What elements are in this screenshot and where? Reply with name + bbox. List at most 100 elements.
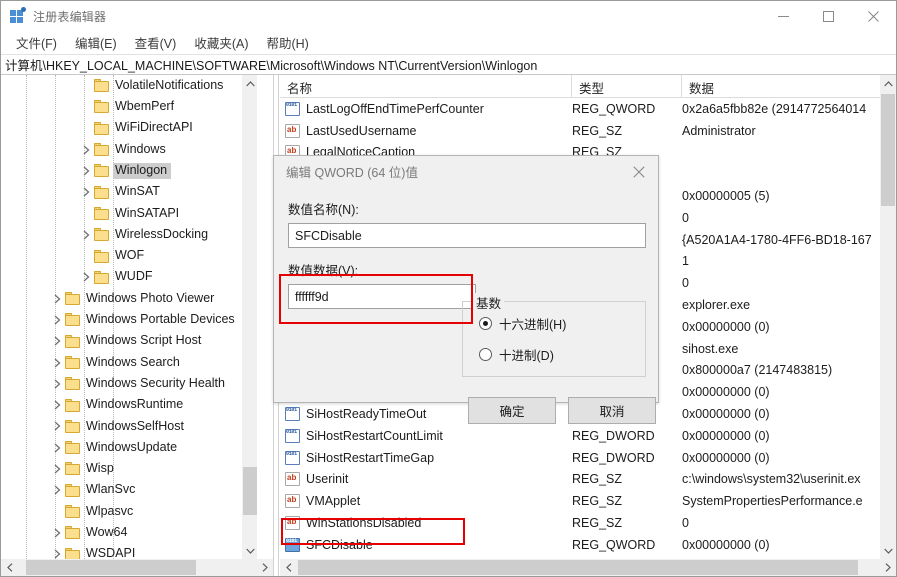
table-row[interactable]: VMAppletREG_SZSystemPropertiesPerformanc…: [280, 490, 880, 512]
table-row[interactable]: WinStationsDisabledREG_SZ0: [280, 512, 880, 534]
list-vertical-scrollbar[interactable]: [880, 75, 896, 559]
close-button[interactable]: [851, 1, 896, 31]
list-scroll-right-icon[interactable]: [879, 559, 896, 576]
chevron-right-icon[interactable]: [50, 525, 65, 541]
column-header-name[interactable]: 名称: [280, 75, 572, 98]
tree-item-winlogon[interactable]: Winlogon: [1, 160, 257, 181]
cell-type: REG_DWORD: [572, 451, 682, 465]
tree-item-wifidirectapi[interactable]: WiFiDirectAPI: [1, 118, 257, 139]
list-scroll-up-icon[interactable]: [880, 75, 896, 92]
tree-item-wsdapi[interactable]: WSDAPI: [1, 544, 257, 559]
address-bar[interactable]: 计算机\HKEY_LOCAL_MACHINE\SOFTWARE\Microsof…: [1, 54, 896, 75]
tree-scroll-down-icon[interactable]: [242, 542, 258, 559]
tree-item-wlpasvc[interactable]: Wlpasvc: [1, 501, 257, 522]
chevron-right-icon[interactable]: [79, 142, 94, 158]
cell-type: REG_QWORD: [572, 538, 682, 552]
cell-name: SiHostRestartTimeGap: [280, 451, 572, 465]
folder-icon: [65, 441, 81, 454]
tree-item-windows-photo-viewer[interactable]: Windows Photo Viewer: [1, 288, 257, 309]
tree-item-label: WlanSvc: [86, 483, 135, 497]
menu-view[interactable]: 查看(V): [126, 31, 186, 54]
tree-item-windowsselfhost[interactable]: WindowsSelfHost: [1, 416, 257, 437]
chevron-right-icon[interactable]: [50, 546, 65, 559]
tree-item-wbemperf[interactable]: WbemPerf: [1, 96, 257, 117]
table-row[interactable]: LastUsedUsernameREG_SZAdministrator: [280, 120, 880, 142]
tree-item-wudf[interactable]: WUDF: [1, 267, 257, 288]
tree-item-windowsruntime[interactable]: WindowsRuntime: [1, 394, 257, 415]
table-row[interactable]: LastLogOffEndTimePerfCounterREG_QWORD0x2…: [280, 98, 880, 120]
registry-tree[interactable]: VolatileNotificationsWbemPerfWiFiDirectA…: [1, 75, 257, 559]
binary-value-icon: [285, 102, 300, 116]
cancel-button[interactable]: 取消: [568, 397, 656, 424]
maximize-button[interactable]: [806, 1, 851, 31]
tree-item-windows-search[interactable]: Windows Search: [1, 352, 257, 373]
tree-scroll-right-icon[interactable]: [256, 559, 273, 576]
menu-help[interactable]: 帮助(H): [257, 31, 317, 54]
menu-file[interactable]: 文件(F): [7, 31, 66, 54]
chevron-right-icon[interactable]: [50, 440, 65, 456]
cell-data: 0: [682, 516, 880, 530]
tree-hscroll-thumb[interactable]: [26, 560, 196, 575]
value-name-input[interactable]: [288, 223, 646, 248]
chevron-right-icon[interactable]: [50, 418, 65, 434]
folder-icon: [65, 356, 81, 369]
chevron-right-icon[interactable]: [79, 269, 94, 285]
dialog-close-button[interactable]: [620, 156, 658, 187]
ok-button[interactable]: 确定: [468, 397, 556, 424]
tree-item-windows[interactable]: Windows: [1, 139, 257, 160]
table-row[interactable]: SFCDisableREG_QWORD0x00000000 (0): [280, 534, 880, 556]
tree-item-label: Windows Search: [86, 356, 180, 370]
tree-item-wlansvc[interactable]: WlanSvc: [1, 480, 257, 501]
tree-horizontal-scrollbar[interactable]: [1, 559, 273, 576]
chevron-right-icon[interactable]: [50, 482, 65, 498]
address-path: 计算机\HKEY_LOCAL_MACHINE\SOFTWARE\Microsof…: [1, 55, 537, 74]
radio-hexadecimal-icon: [479, 317, 492, 330]
tree-item-windowsupdate[interactable]: WindowsUpdate: [1, 437, 257, 458]
chevron-right-icon[interactable]: [50, 397, 65, 413]
chevron-right-icon[interactable]: [50, 312, 65, 328]
tree-item-volatilenotifications[interactable]: VolatileNotifications: [1, 75, 257, 96]
chevron-right-icon[interactable]: [50, 355, 65, 371]
tree-item-wof[interactable]: WOF: [1, 245, 257, 266]
table-row[interactable]: SiHostRestartCountLimitREG_DWORD0x000000…: [280, 425, 880, 447]
cell-data: sihost.exe: [682, 342, 880, 356]
menu-edit[interactable]: 编辑(E): [66, 31, 126, 54]
folder-icon: [94, 271, 110, 284]
chevron-right-icon[interactable]: [50, 333, 65, 349]
radio-decimal[interactable]: 十进制(D): [479, 345, 645, 364]
cell-type: REG_DWORD: [572, 429, 682, 443]
radio-hexadecimal[interactable]: 十六进制(H): [479, 314, 645, 333]
chevron-right-icon[interactable]: [50, 291, 65, 307]
chevron-right-icon[interactable]: [50, 376, 65, 392]
chevron-right-icon[interactable]: [79, 184, 94, 200]
tree-item-winsat[interactable]: WinSAT: [1, 181, 257, 202]
list-horizontal-scrollbar[interactable]: [280, 559, 896, 576]
list-scroll-down-icon[interactable]: [880, 542, 896, 559]
column-header-data[interactable]: 数据: [682, 75, 880, 98]
chevron-right-icon[interactable]: [50, 461, 65, 477]
value-name-label: 数值名称(N):: [288, 199, 644, 218]
column-header-type[interactable]: 类型: [572, 75, 682, 98]
list-hscroll-thumb[interactable]: [298, 560, 858, 575]
tree-item-wow64[interactable]: Wow64: [1, 522, 257, 543]
chevron-right-icon[interactable]: [79, 163, 94, 179]
value-data-input[interactable]: [288, 284, 476, 309]
tree-item-windows-security-health[interactable]: Windows Security Health: [1, 373, 257, 394]
list-scroll-thumb[interactable]: [881, 94, 895, 206]
tree-scroll-up-icon[interactable]: [242, 75, 258, 92]
tree-item-wirelessdocking[interactable]: WirelessDocking: [1, 224, 257, 245]
table-row[interactable]: SiHostRestartTimeGapREG_DWORD0x00000000 …: [280, 447, 880, 469]
chevron-right-icon[interactable]: [79, 227, 94, 243]
tree-item-windows-portable-devices[interactable]: Windows Portable Devices: [1, 309, 257, 330]
folder-icon: [65, 377, 81, 390]
list-scroll-left-icon[interactable]: [280, 559, 297, 576]
tree-item-windows-script-host[interactable]: Windows Script Host: [1, 331, 257, 352]
menu-favorites[interactable]: 收藏夹(A): [185, 31, 257, 54]
tree-item-wisp[interactable]: Wisp: [1, 458, 257, 479]
tree-item-winsatapi[interactable]: WinSATAPI: [1, 203, 257, 224]
tree-scroll-left-icon[interactable]: [1, 559, 18, 576]
tree-vertical-scrollbar[interactable]: [241, 75, 257, 559]
tree-scroll-thumb[interactable]: [243, 467, 257, 515]
table-row[interactable]: UserinitREG_SZc:\windows\system32\userin…: [280, 469, 880, 491]
minimize-button[interactable]: [761, 1, 806, 31]
